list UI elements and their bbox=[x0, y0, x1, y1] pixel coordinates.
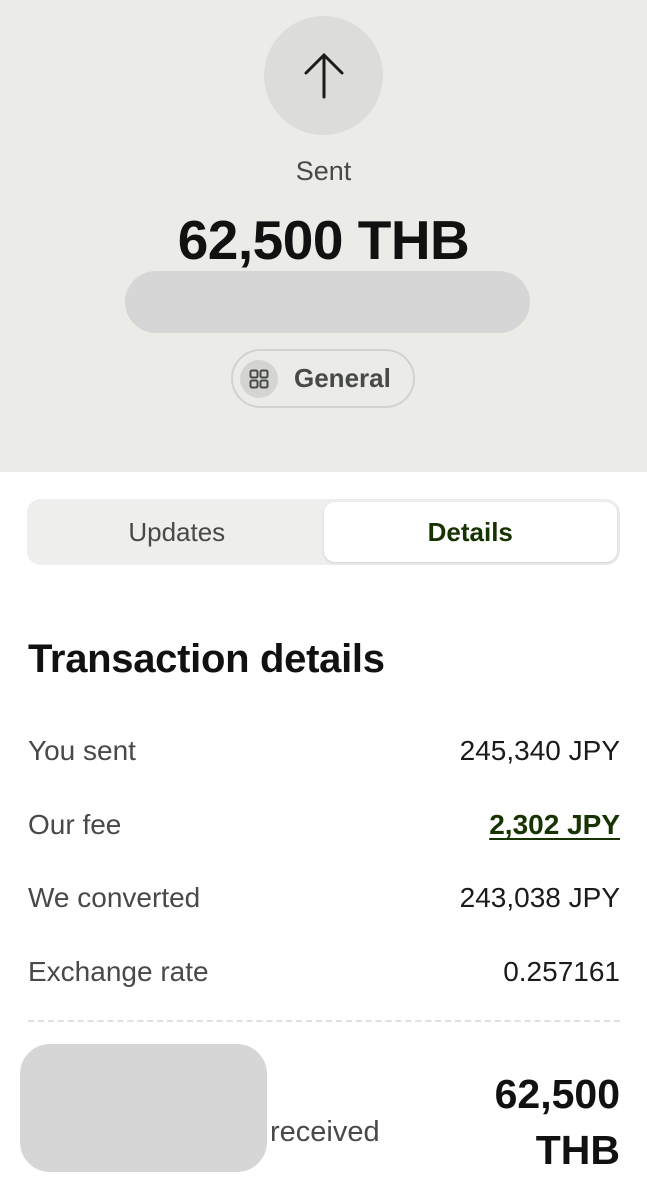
section-title: Transaction details bbox=[28, 637, 385, 681]
tab-details[interactable]: Details bbox=[323, 502, 617, 562]
amount-title: 62,500 THB bbox=[177, 209, 470, 271]
detail-label: Our fee bbox=[28, 809, 122, 840]
dashed-divider bbox=[28, 1020, 620, 1022]
detail-label: We converted bbox=[28, 882, 201, 913]
detail-value: 243,038 JPY bbox=[459, 882, 620, 913]
tab-updates[interactable]: Updates bbox=[30, 502, 324, 562]
arrow-up-icon bbox=[264, 16, 383, 135]
status-label: Sent bbox=[295, 156, 352, 186]
detail-row-we-converted: We converted 243,038 JPY bbox=[28, 878, 620, 918]
received-amount-currency: THB bbox=[535, 1127, 620, 1173]
detail-label: Exchange rate bbox=[28, 956, 209, 987]
tab-bar: Updates Details bbox=[27, 499, 620, 565]
received-amount-value: 62,500 bbox=[494, 1071, 620, 1117]
received-amount: 62,500 THB bbox=[420, 1066, 620, 1178]
detail-row-exchange-rate: Exchange rate 0.257161 bbox=[28, 952, 620, 992]
detail-row-you-sent: You sent 245,340 JPY bbox=[28, 731, 620, 771]
received-label: received bbox=[270, 1116, 380, 1148]
detail-value: 0.257161 bbox=[503, 956, 620, 987]
grid-icon bbox=[240, 359, 278, 398]
fee-link[interactable]: 2,302 JPY bbox=[489, 809, 620, 841]
redacted-recipient bbox=[125, 271, 530, 333]
detail-row-our-fee: Our fee 2,302 JPY bbox=[28, 805, 620, 845]
redacted-recipient-name bbox=[20, 1044, 267, 1172]
category-label: General bbox=[294, 363, 391, 393]
detail-value: 245,340 JPY bbox=[459, 735, 620, 766]
category-chip[interactable]: General bbox=[231, 349, 415, 408]
transaction-header: Sent 62,500 THB General bbox=[0, 0, 647, 472]
detail-label: You sent bbox=[28, 735, 136, 766]
